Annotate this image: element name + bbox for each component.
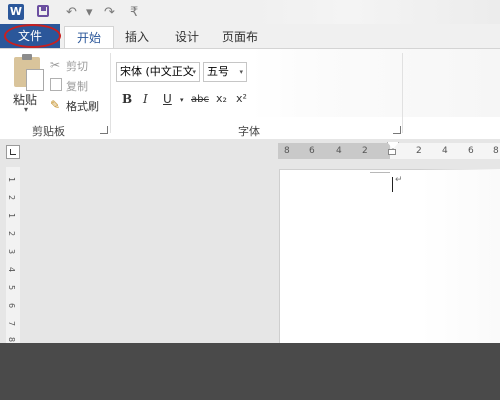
- left-indent-marker[interactable]: [388, 149, 396, 155]
- ruler-tick: 2: [362, 146, 368, 156]
- vertical-ruler[interactable]: 1 2 1 2 3 4 5 6 7 8: [6, 167, 20, 343]
- ruler-tick: 5: [7, 284, 17, 291]
- subscript-button[interactable]: x₂: [216, 92, 227, 105]
- text-cursor: [392, 177, 393, 192]
- margin-corner-mark: [370, 172, 390, 173]
- ruler-tick: 8: [284, 146, 290, 156]
- customize-quick-access-icon[interactable]: ₹: [130, 3, 138, 21]
- chevron-down-icon[interactable]: ▾: [239, 63, 243, 81]
- paragraph-mark: ↵: [395, 175, 403, 185]
- page-blurred-area: [420, 169, 500, 343]
- scissors-icon[interactable]: ✂: [50, 58, 60, 72]
- font-size-value: 五号: [207, 65, 229, 78]
- font-dialog-launcher-icon[interactable]: [393, 126, 401, 134]
- ruler-tick: 1: [7, 212, 17, 219]
- ruler-tick: 7: [7, 320, 17, 327]
- copy-button[interactable]: 复制: [66, 78, 88, 94]
- ruler-tick: 6: [468, 146, 474, 156]
- document-workspace: 8 6 4 2 2 4 6 8 1 2 1 2 3 4 5 6 7 8 ↵: [0, 139, 500, 343]
- format-painter-icon[interactable]: ✎: [50, 98, 60, 112]
- font-name-select[interactable]: 宋体 (中文正文 ▾: [116, 62, 200, 82]
- ruler-tick: 2: [7, 230, 17, 237]
- strikethrough-button[interactable]: abc: [191, 94, 209, 105]
- tab-design[interactable]: 设计: [170, 26, 204, 48]
- group-divider: [110, 53, 111, 133]
- clipboard-dialog-launcher-icon[interactable]: [100, 126, 108, 134]
- word-logo-icon[interactable]: W: [8, 4, 24, 20]
- ruler-tick: 3: [7, 248, 17, 255]
- tab-home[interactable]: 开始: [64, 26, 114, 49]
- paste-dropdown-icon[interactable]: ▾: [24, 105, 28, 114]
- ruler-tick: 8: [7, 336, 17, 343]
- bold-button[interactable]: B: [122, 92, 132, 106]
- undo-icon[interactable]: ↶: [66, 3, 77, 21]
- group-divider: [402, 53, 403, 133]
- clipboard-group-label: 剪贴板: [32, 125, 65, 138]
- font-size-select[interactable]: 五号 ▾: [203, 62, 247, 82]
- ruler-tick: 6: [309, 146, 315, 156]
- ruler-margin: [278, 143, 390, 159]
- ruler-tick: 6: [7, 302, 17, 309]
- font-name-value: 宋体 (中文正文: [120, 65, 194, 78]
- cut-button[interactable]: 剪切: [66, 58, 88, 74]
- underline-button[interactable]: U: [163, 92, 172, 106]
- title-blurred-area: [250, 0, 500, 24]
- chevron-down-icon[interactable]: ▾: [192, 63, 196, 81]
- tab-insert[interactable]: 插入: [120, 26, 154, 48]
- ruler-tick: 2: [416, 146, 422, 156]
- tab-page-layout[interactable]: 页面布: [220, 26, 260, 48]
- italic-button[interactable]: I: [143, 92, 148, 106]
- ruler-tick: 8: [493, 146, 499, 156]
- superscript-button[interactable]: x²: [236, 92, 247, 105]
- tab-selector-icon[interactable]: [6, 145, 20, 159]
- ruler-tick: 4: [7, 266, 17, 273]
- font-group-label: 字体: [238, 125, 260, 138]
- ruler-tick: 1: [7, 176, 17, 183]
- title-bar: W ↶ ▾ ↷ ₹: [0, 0, 500, 24]
- ribbon-home: 粘贴 ▾ ✂ 剪切 复制 ✎ 格式刷 剪贴板 宋体 (中文正文 ▾ 五号 ▾ B…: [0, 48, 500, 140]
- ruler-tick: 4: [442, 146, 448, 156]
- ribbon-blurred-area: [250, 49, 500, 117]
- redo-icon[interactable]: ↷: [104, 3, 115, 21]
- paste-sheet-icon: [26, 69, 44, 91]
- ruler-tick: 2: [7, 194, 17, 201]
- format-painter-button[interactable]: 格式刷: [66, 98, 99, 114]
- undo-dropdown-icon[interactable]: ▾: [86, 3, 93, 21]
- word-window: W ↶ ▾ ↷ ₹ 文件 开始 插入 设计 页面布 粘贴 ▾ ✂ 剪切 复制 ✎…: [0, 0, 500, 343]
- ruler-tick: 4: [336, 146, 342, 156]
- underline-dropdown-icon[interactable]: ▾: [180, 96, 184, 104]
- copy-icon[interactable]: [50, 78, 62, 91]
- ribbon-tabs: 文件 开始 插入 设计 页面布: [0, 24, 500, 49]
- file-tab-highlight-circle: [4, 24, 61, 48]
- save-icon[interactable]: [37, 5, 49, 17]
